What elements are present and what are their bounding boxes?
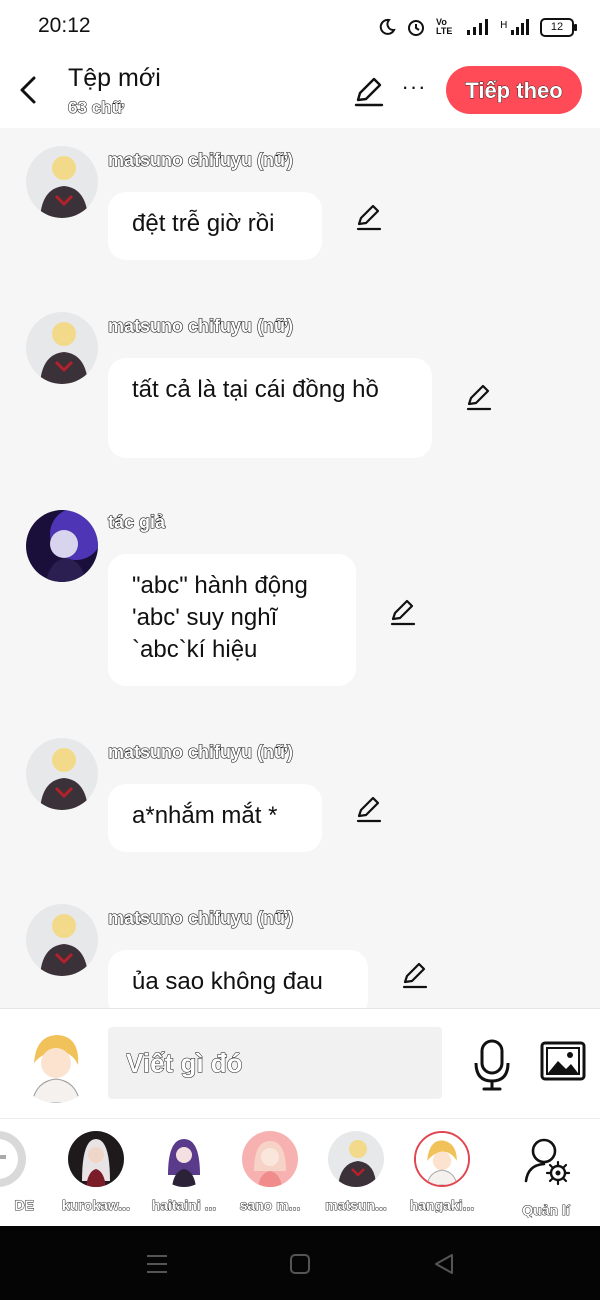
status-time: 20:12: [38, 14, 91, 37]
svg-text:H: H: [500, 20, 508, 31]
more-options-icon[interactable]: ···: [400, 72, 428, 106]
chifuyu-avatar[interactable]: [26, 904, 98, 976]
character-avatar: [328, 1131, 384, 1187]
character-item[interactable]: kurokaw...: [56, 1131, 136, 1213]
manage-label: Quản lí: [522, 1202, 570, 1218]
message-bubble[interactable]: ủa sao không đau: [108, 950, 368, 1008]
character-name: DE: [14, 1197, 34, 1213]
sender-name: matsuno chifuyu (nữ): [107, 907, 294, 928]
edit-message-icon[interactable]: [400, 960, 430, 990]
character-item[interactable]: DE: [0, 1131, 38, 1213]
edit-message-icon[interactable]: [388, 597, 418, 627]
edit-message-icon[interactable]: [464, 382, 494, 412]
manage-characters-button[interactable]: Quản lí: [506, 1131, 586, 1218]
sender-name: tác giả: [107, 511, 166, 532]
next-button[interactable]: Tiếp theo: [446, 66, 582, 114]
microphone-icon[interactable]: [470, 1037, 514, 1093]
menu-icon[interactable]: [143, 1250, 171, 1278]
message-bubble[interactable]: a*nhắm mắt *: [108, 784, 322, 852]
message-input-bar: [0, 1008, 600, 1119]
volte-icon: Vo LTE: [436, 17, 453, 36]
battery-icon: 12: [540, 17, 577, 37]
message-bubble[interactable]: tất cả là tại cái đồng hồ: [108, 358, 432, 458]
back-arrow-icon[interactable]: [14, 70, 46, 110]
sender-name: matsuno chifuyu (nữ): [107, 315, 294, 336]
character-item[interactable]: hangaki...: [402, 1131, 482, 1213]
character-avatar: [0, 1131, 26, 1187]
character-name: haitaini ...: [151, 1197, 217, 1213]
character-item[interactable]: sano m...: [230, 1131, 310, 1213]
word-count: 63 chữ: [68, 98, 125, 118]
back-triangle-icon[interactable]: [430, 1250, 458, 1278]
chifuyu-avatar[interactable]: [26, 312, 98, 384]
message-bubble[interactable]: "abc" hành động 'abc' suy nghĩ `abc`kí h…: [108, 554, 356, 686]
current-character-avatar[interactable]: [16, 1023, 96, 1103]
character-name: sano m...: [239, 1197, 301, 1213]
character-name: kurokaw...: [62, 1197, 131, 1213]
character-avatar: [156, 1131, 212, 1187]
edit-pencil-icon[interactable]: [352, 74, 386, 108]
character-avatar: [242, 1131, 298, 1187]
character-item[interactable]: haitaini ...: [144, 1131, 224, 1213]
home-icon[interactable]: [286, 1250, 314, 1278]
header: Tệp mới 63 chữ ··· Tiếp theo: [0, 52, 600, 128]
signal-icon: [467, 19, 488, 35]
user-settings-icon: [524, 1138, 571, 1186]
sender-name: matsuno chifuyu (nữ): [107, 741, 294, 762]
character-item[interactable]: matsun...: [316, 1131, 396, 1213]
edit-message-icon[interactable]: [354, 794, 384, 824]
character-strip[interactable]: DE kurokaw... haitaini ... sano m... mat…: [0, 1118, 600, 1227]
chifuyu-avatar[interactable]: [26, 738, 98, 810]
chat-area[interactable]: matsuno chifuyu (nữ) đệt trễ giờ rồi mat…: [0, 128, 600, 1008]
character-name: hangaki...: [409, 1197, 475, 1213]
alarm-icon: [408, 20, 424, 36]
edit-message-icon[interactable]: [354, 202, 384, 232]
character-avatar: [414, 1131, 470, 1187]
status-bar: 20:12 Vo LTE H 12: [0, 0, 600, 52]
message-input[interactable]: [108, 1027, 442, 1099]
moon-icon: [379, 18, 396, 35]
chifuyu-avatar[interactable]: [26, 146, 98, 218]
character-avatar: [68, 1131, 124, 1187]
system-navigation-bar: [0, 1226, 600, 1300]
signal-h-icon: H: [500, 19, 529, 35]
message-bubble[interactable]: đệt trễ giờ rồi: [108, 192, 322, 260]
image-icon[interactable]: [540, 1041, 586, 1081]
author-avatar[interactable]: [26, 510, 98, 582]
page-title: Tệp mới: [68, 64, 161, 92]
sender-name: matsuno chifuyu (nữ): [107, 149, 294, 170]
character-name: matsun...: [325, 1197, 387, 1213]
